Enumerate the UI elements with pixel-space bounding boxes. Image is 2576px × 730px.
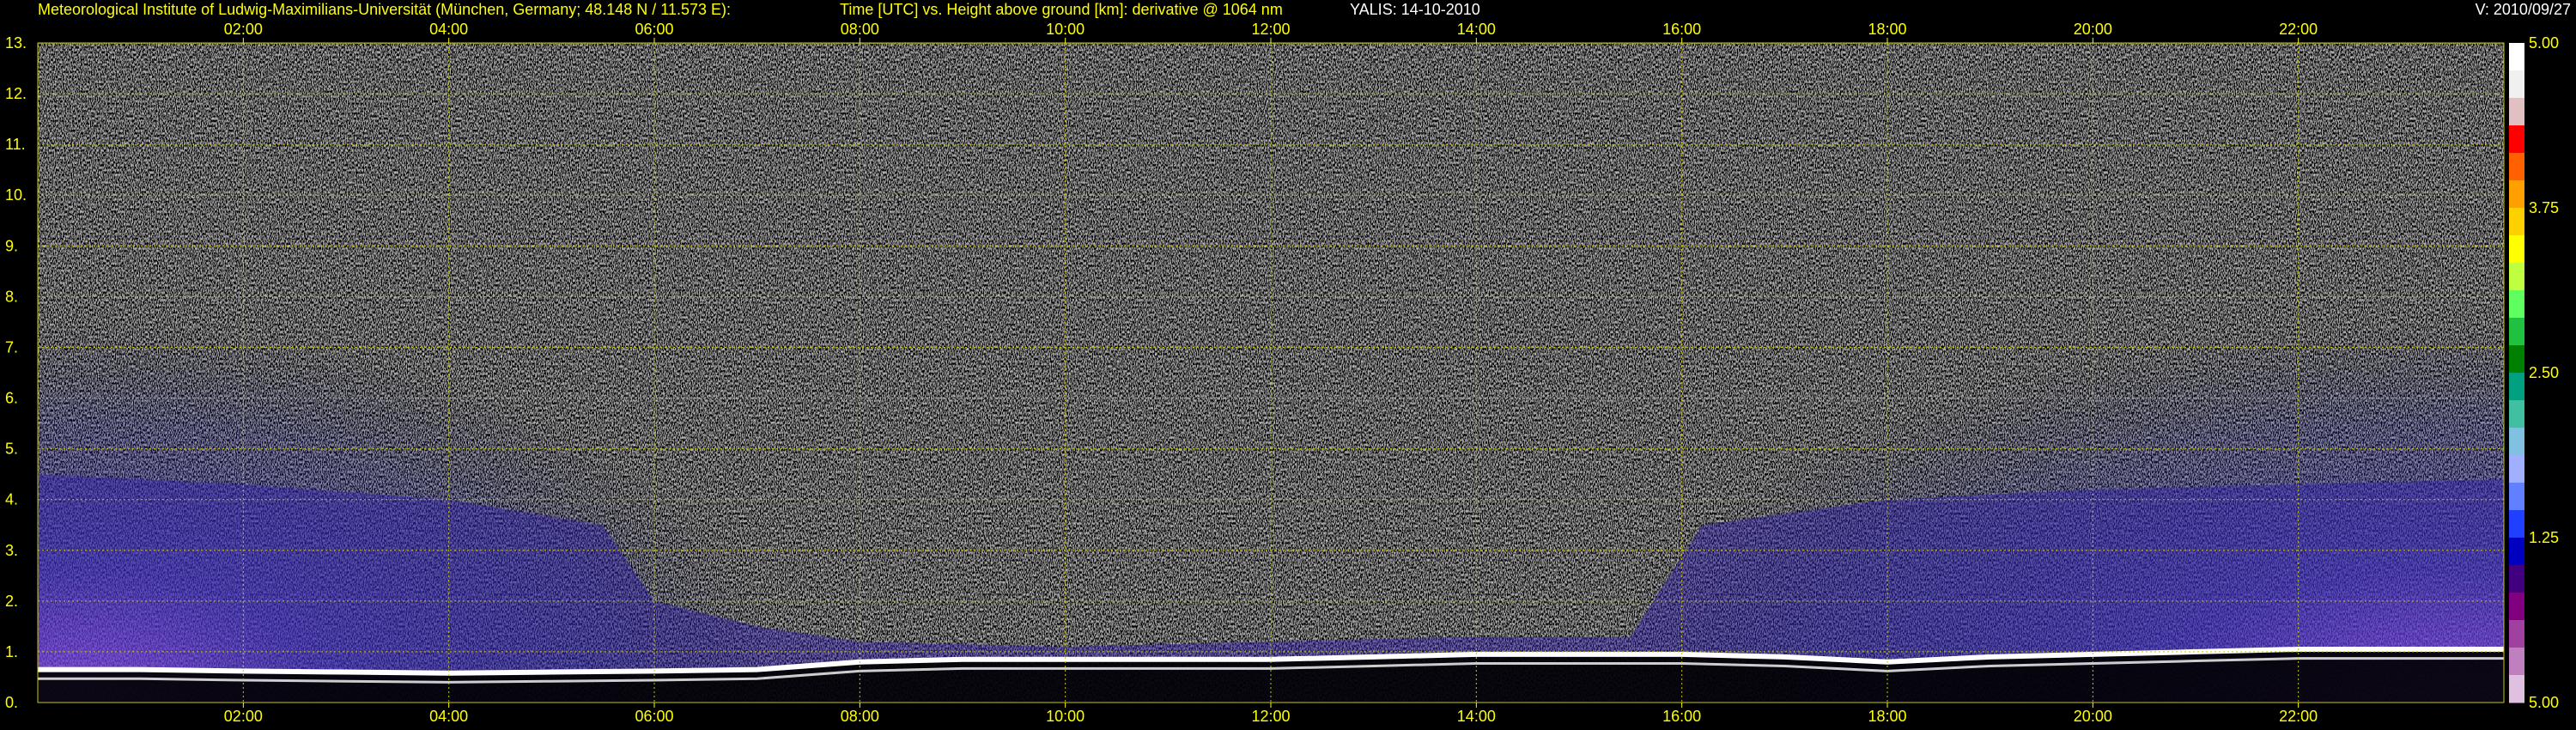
- x-tick-label-bottom: 04:00: [429, 708, 468, 725]
- y-tick-label: 2.: [5, 593, 18, 610]
- x-tick-label-top: 06:00: [635, 21, 673, 38]
- colorbar-swatch: [2509, 208, 2524, 236]
- y-tick-label: 5.: [5, 441, 18, 458]
- y-tick-label: 13.: [5, 34, 27, 52]
- x-tick-label-top: 22:00: [2279, 21, 2318, 38]
- colorbar-label: 5.00: [2529, 34, 2559, 52]
- x-tick-label-top: 12:00: [1251, 21, 1290, 38]
- colorbar: 5.00 3.75 2.50 1.25 5.00: [2509, 34, 2559, 711]
- colorbar-swatch: [2509, 373, 2524, 401]
- y-tick-label: 12.: [5, 85, 27, 102]
- colorbar-swatch: [2509, 290, 2524, 319]
- x-tick-label-bottom: 02:00: [224, 708, 263, 725]
- y-tick-label: 9.: [5, 237, 18, 254]
- colorbar-swatch: [2509, 593, 2524, 621]
- colorbar-label: 3.75: [2529, 199, 2559, 216]
- y-tick-label: 10.: [5, 186, 27, 204]
- x-tick-label-top: 10:00: [1046, 21, 1084, 38]
- colorbar-label: 2.50: [2529, 364, 2559, 381]
- y-tick-label: 7.: [5, 338, 18, 356]
- x-tick-label-top: 18:00: [1868, 21, 1906, 38]
- y-tick-label: 8.: [5, 288, 18, 305]
- x-tick-label-bottom: 12:00: [1251, 708, 1290, 725]
- y-tick-label: 0.: [5, 694, 18, 711]
- colorbar-swatch: [2509, 483, 2524, 511]
- colorbar-swatch: [2509, 318, 2524, 346]
- y-tick-label: 11.: [5, 136, 26, 153]
- colorbar-swatch: [2509, 400, 2524, 429]
- x-tick-label-bottom: 10:00: [1046, 708, 1084, 725]
- x-tick-label-top: 20:00: [2074, 21, 2112, 38]
- colorbar-swatch: [2509, 345, 2524, 374]
- night-aerosol-left: [38, 321, 757, 703]
- colorbar-swatch: [2509, 235, 2524, 264]
- colorbar-swatch: [2509, 153, 2524, 181]
- colorbar-swatch: [2509, 648, 2524, 676]
- y-tick-label: 4.: [5, 491, 18, 508]
- colorbar-swatch: [2509, 538, 2524, 566]
- colorbar-swatch: [2509, 70, 2524, 99]
- x-tick-label-top: 08:00: [841, 21, 879, 38]
- colorbar-swatch: [2509, 180, 2524, 209]
- night-aerosol-right: [1630, 321, 2504, 703]
- x-tick-label-bottom: 20:00: [2074, 708, 2112, 725]
- colorbar-swatch: [2509, 263, 2524, 291]
- x-tick-label-bottom: 14:00: [1457, 708, 1496, 725]
- colorbar-label: 5.00: [2529, 694, 2559, 711]
- x-tick-label-bottom: 08:00: [841, 708, 879, 725]
- colorbar-label: 1.25: [2529, 529, 2559, 546]
- colorbar-swatch: [2509, 455, 2524, 484]
- colorbar-swatch: [2509, 510, 2524, 538]
- colorbar-swatch: [2509, 565, 2524, 593]
- x-tick-label-bottom: 22:00: [2279, 708, 2318, 725]
- x-tick-label-top: 16:00: [1662, 21, 1701, 38]
- colorbar-swatch: [2509, 620, 2524, 648]
- y-tick-label: 6.: [5, 390, 18, 407]
- colorbar-swatch: [2509, 43, 2524, 71]
- x-tick-label-top: 04:00: [429, 21, 468, 38]
- lidar-chart: 02:00 02:00 04:00 04:00 06:00 06:00 08:00 08:00…: [5, 21, 2559, 725]
- x-tick-label-bottom: 06:00: [635, 708, 673, 725]
- colorbar-swatch: [2509, 98, 2524, 126]
- y-tick-label: 1.: [5, 643, 18, 660]
- colorbar-swatch: [2509, 125, 2524, 154]
- x-tick-label-bottom: 16:00: [1662, 708, 1701, 725]
- x-tick-label-top: 02:00: [224, 21, 263, 38]
- y-tick-label: 3.: [5, 542, 18, 559]
- x-tick-label-bottom: 18:00: [1868, 708, 1906, 725]
- colorbar-swatch: [2509, 428, 2524, 456]
- x-tick-label-top: 14:00: [1457, 21, 1496, 38]
- colorbar-swatch: [2509, 675, 2524, 703]
